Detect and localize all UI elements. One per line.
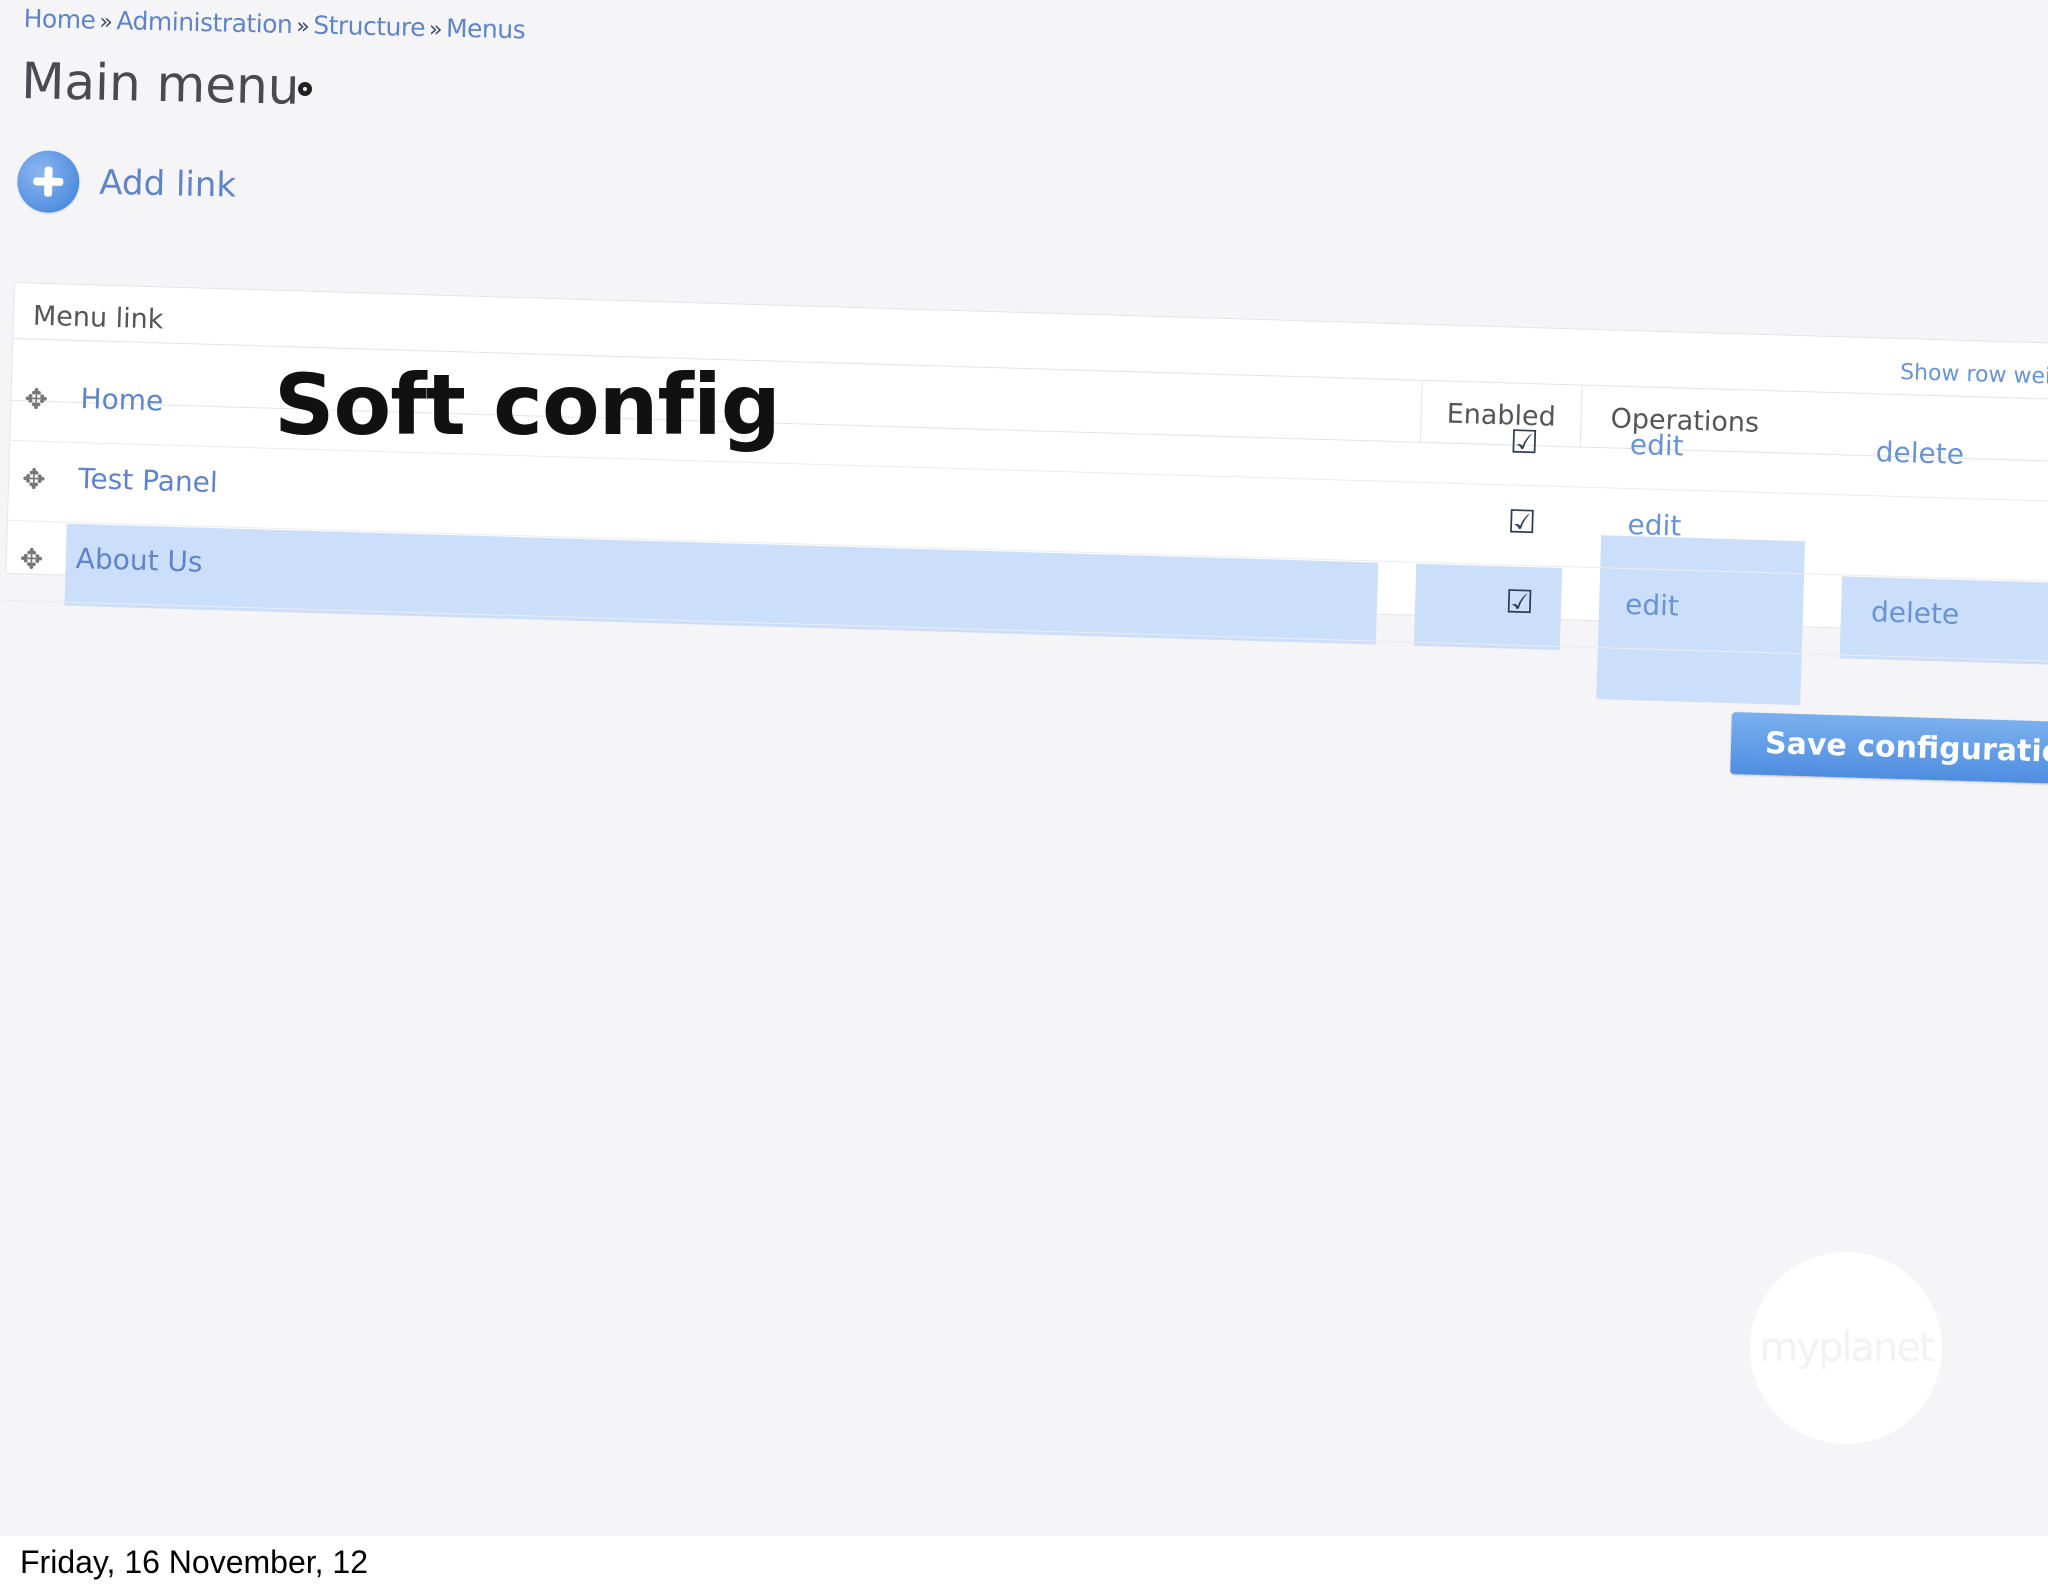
edit-link[interactable]: edit (1627, 508, 1682, 543)
breadcrumb-administration[interactable]: Administration (116, 6, 293, 39)
breadcrumb-structure[interactable]: Structure (313, 11, 425, 43)
breadcrumb-menus[interactable]: Menus (446, 14, 526, 45)
add-link-button[interactable]: Add link (16, 150, 237, 217)
plus-icon[interactable] (16, 150, 80, 214)
show-row-weights-link[interactable]: Show row wei (1900, 360, 2048, 389)
myplanet-logo: myplanet (1750, 1252, 1942, 1444)
edit-link[interactable]: edit (1629, 428, 1684, 463)
menu-links-table: Menu link Show row wei Enabled Operation… (4, 282, 2048, 706)
delete-link[interactable]: delete (1875, 435, 1964, 471)
breadcrumb-separator: » (99, 9, 113, 36)
menu-item-about-us-link[interactable]: About Us (75, 542, 203, 579)
slide-title: Soft config (274, 356, 781, 454)
save-configuration-button[interactable]: Save configuration (1730, 712, 2048, 785)
breadcrumb-separator: » (296, 14, 310, 40)
enabled-checkbox[interactable]: ☑ (1509, 422, 1539, 461)
drag-handle-icon[interactable]: ✥ (24, 382, 48, 416)
page-title: Main menu (20, 52, 301, 116)
menu-item-home-link[interactable]: Home (80, 382, 164, 417)
drag-handle-icon[interactable]: ✥ (22, 462, 46, 496)
add-link-label[interactable]: Add link (99, 163, 237, 206)
footer-date: Friday, 16 November, 12 (20, 1544, 369, 1580)
breadcrumb-separator: » (428, 17, 443, 43)
delete-link[interactable]: delete (1871, 595, 1960, 631)
footer-bar: Friday, 16 November, 12 (0, 1536, 2048, 1593)
gear-icon[interactable] (298, 82, 312, 96)
menu-item-test-panel-link[interactable]: Test Panel (78, 462, 218, 499)
edit-link[interactable]: edit (1625, 588, 1680, 623)
enabled-checkbox[interactable]: ☑ (1507, 502, 1537, 541)
menu-link-header: Menu link (32, 300, 164, 336)
enabled-checkbox[interactable]: ☑ (1505, 582, 1535, 621)
logo-text: myplanet (1759, 1325, 1934, 1371)
breadcrumb-home[interactable]: Home (23, 4, 95, 35)
breadcrumb: Home» Administration» Structure» Menus (23, 4, 525, 44)
screen: Home» Administration» Structure» Menus Main… (0, 0, 2048, 1536)
drag-handle-icon[interactable]: ✥ (19, 542, 43, 576)
